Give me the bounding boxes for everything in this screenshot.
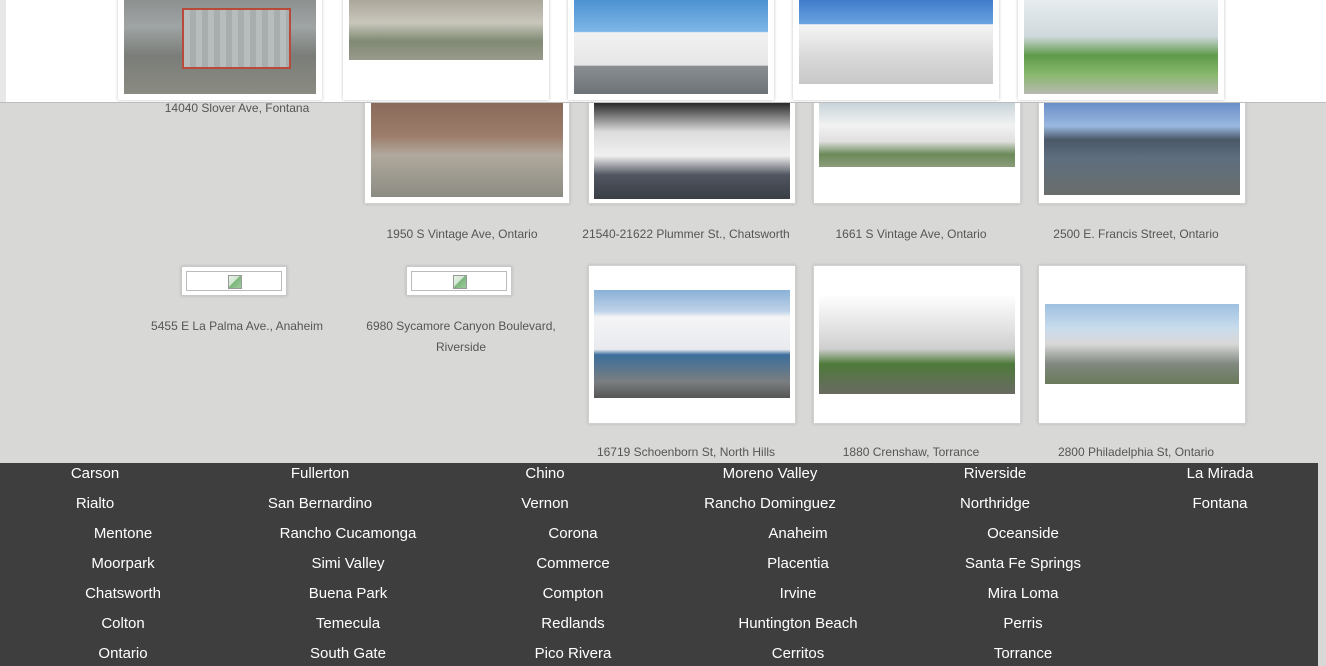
property-caption[interactable]: 1950 S Vintage Ave, Ontario [357,224,567,245]
city-link[interactable]: Perris [1003,615,1042,633]
property-image [819,294,1015,394]
right-edge-strip [1318,463,1326,666]
city-link[interactable]: Pico Rivera [535,645,612,663]
property-card[interactable] [588,265,796,424]
property-image [799,0,993,84]
property-image [371,103,563,197]
city-link[interactable]: Simi Valley [311,555,384,573]
property-caption[interactable]: 21540-21622 Plummer St., Chatsworth [581,224,791,245]
city-link[interactable]: Cerritos [772,645,825,663]
property-caption[interactable]: 2800 Philadelphia St, Ontario [1031,442,1241,463]
property-image [124,0,316,94]
top-thumbnail-strip [0,0,1326,103]
city-link[interactable]: Mentone [94,525,152,543]
city-link[interactable]: Santa Fe Springs [965,555,1081,573]
city-link[interactable]: Rancho Dominguez [704,495,836,513]
property-caption[interactable]: 16719 Schoenborn St, North Hills [581,442,791,463]
city-link[interactable]: Mira Loma [988,585,1059,603]
property-card[interactable] [588,96,796,204]
property-card[interactable] [1038,265,1246,424]
left-edge-strip [0,0,6,102]
property-image [1045,304,1239,384]
property-caption[interactable]: 5455 E La Palma Ave., Anaheim [132,316,342,337]
property-card[interactable] [1038,96,1246,204]
property-card[interactable] [813,96,1021,204]
property-image [1024,0,1218,94]
city-link[interactable]: Chatsworth [85,585,161,603]
city-link[interactable]: Anaheim [768,525,827,543]
property-thumbnail-campus[interactable] [1018,0,1224,100]
city-link[interactable]: South Gate [310,645,386,663]
city-link[interactable]: Riverside [964,465,1027,483]
property-image [819,103,1015,167]
property-image [594,103,790,199]
property-card-broken-image[interactable] [406,266,512,296]
property-card-broken-image[interactable] [181,266,287,296]
city-links-footer [0,463,1318,666]
property-thumbnail-aerial-1[interactable] [118,0,322,100]
city-link[interactable]: San Bernardino [268,495,372,513]
city-link[interactable]: Rancho Cucamonga [280,525,417,543]
property-card[interactable] [813,265,1021,424]
city-link[interactable]: Torrance [994,645,1052,663]
property-caption[interactable]: 2500 E. Francis Street, Ontario [1031,224,1241,245]
property-caption[interactable]: 1880 Crenshaw, Torrance [806,442,1016,463]
city-link[interactable]: Fontana [1192,495,1247,513]
city-link[interactable]: Northridge [960,495,1030,513]
property-image [594,290,790,398]
city-link[interactable]: Colton [101,615,144,633]
property-caption[interactable]: 1661 S Vintage Ave, Ontario [806,224,1016,245]
city-link[interactable]: Temecula [316,615,380,633]
property-card[interactable] [364,96,570,204]
property-thumbnail-render[interactable] [568,0,774,100]
city-link[interactable]: La Mirada [1187,465,1254,483]
city-link[interactable]: Moorpark [91,555,154,573]
city-link[interactable]: Vernon [521,495,569,513]
city-link[interactable]: Carson [71,465,119,483]
property-thumbnail-aerial-2[interactable] [343,0,549,100]
city-link[interactable]: Moreno Valley [723,465,818,483]
property-image [574,0,768,94]
city-link[interactable]: Rialto [76,495,114,513]
city-link[interactable]: Chino [525,465,564,483]
property-image [349,0,543,60]
city-link[interactable]: Compton [543,585,604,603]
property-thumbnail-warehouse[interactable] [793,0,999,100]
property-caption[interactable]: 6980 Sycamore Canyon Boulevard, Riversid… [356,316,566,358]
city-link[interactable]: Corona [548,525,597,543]
city-link[interactable]: Huntington Beach [738,615,857,633]
broken-image-icon [453,275,467,289]
city-link[interactable]: Placentia [767,555,829,573]
broken-image-icon [228,275,242,289]
city-link[interactable]: Ontario [98,645,147,663]
city-link[interactable]: Redlands [541,615,604,633]
city-link[interactable]: Fullerton [291,465,349,483]
city-link[interactable]: Commerce [536,555,609,573]
property-image [1044,103,1240,195]
city-link[interactable]: Buena Park [309,585,387,603]
city-link[interactable]: Irvine [780,585,817,603]
city-link[interactable]: Oceanside [987,525,1059,543]
